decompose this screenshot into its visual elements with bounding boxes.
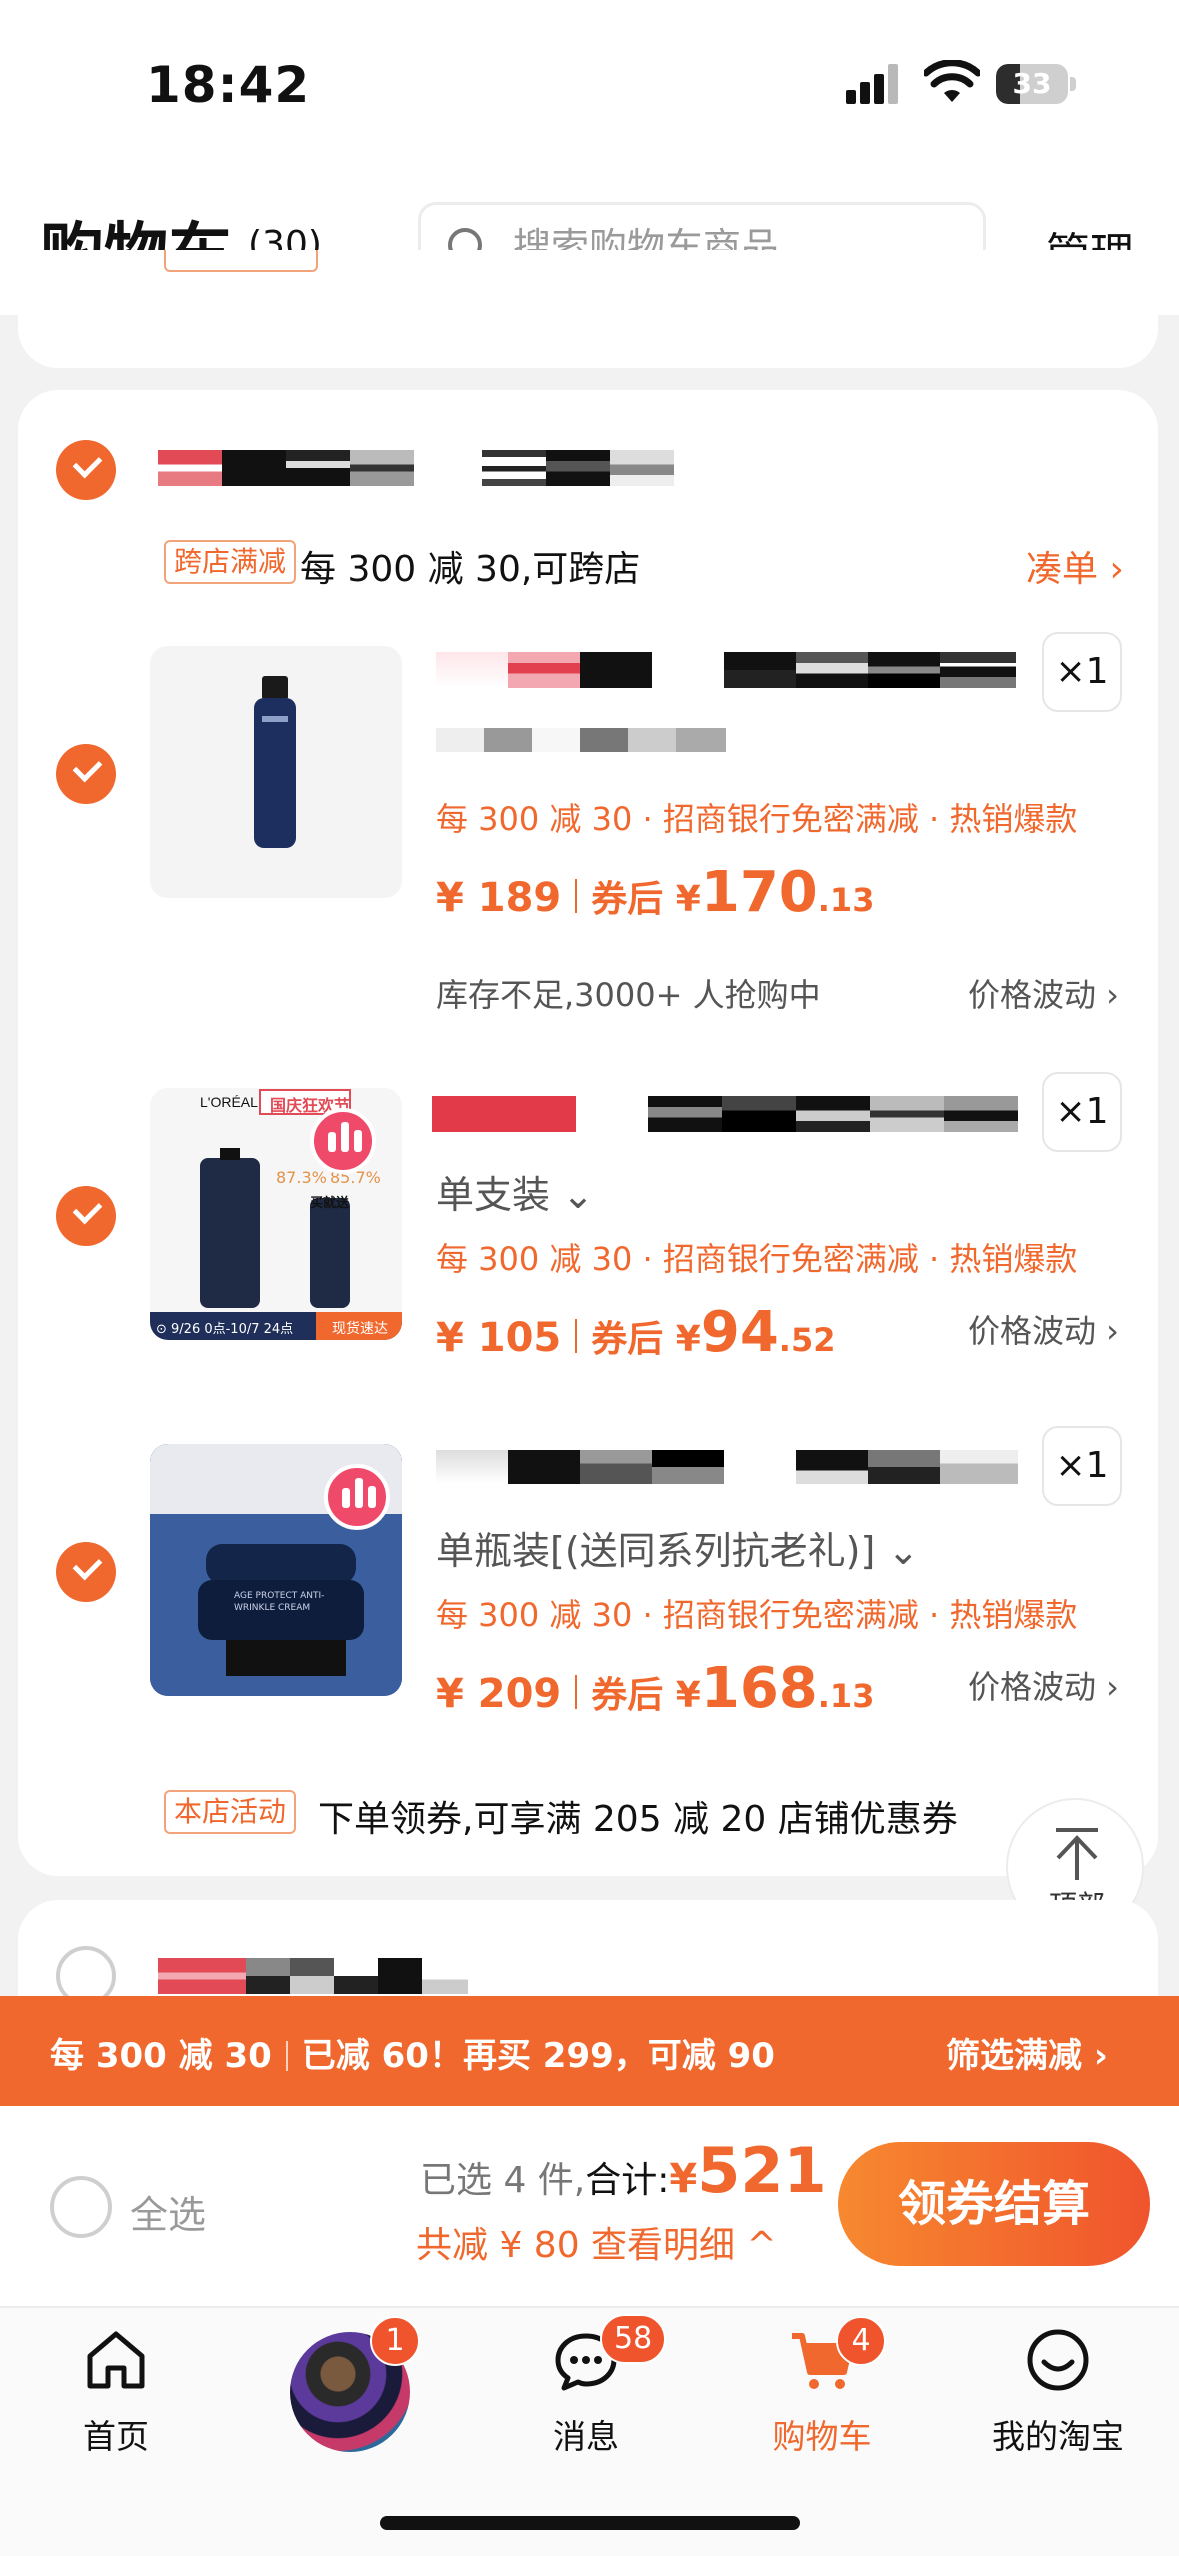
home-icon [87,2331,145,2389]
item-price: ¥ 105 券后 ¥94.52 [436,1300,836,1365]
thumb-buy-send: 买就送 [310,1196,350,1211]
product-title[interactable] [436,1450,1018,1484]
cross-store-promo-tag: 跨店满减 [164,540,297,584]
wifi-icon [924,60,980,102]
add-on-link[interactable]: 凑单 › [1026,540,1124,592]
product-title[interactable] [436,652,1016,688]
select-all-label[interactable]: 全选 [130,2184,206,2239]
item-promo-line: 每 300 减 30 · 招商银行免密满减 · 热销爆款 [436,800,1078,838]
cross-store-promo-text: 每 300 减 30,可跨店 [300,549,641,590]
tab-label: 我的淘宝 [992,2417,1124,2456]
store-name[interactable] [158,450,478,486]
store-checkbox[interactable] [56,440,116,500]
cart-count-badge: 4 [836,2316,886,2366]
filter-discount-link[interactable]: 筛选满减 › [946,2028,1108,2077]
thumb-express: 现货速达 [332,1321,388,1337]
variant-selector[interactable]: 单支装 ⌄ [436,1164,594,1219]
total-amount: 521 [697,2134,827,2207]
product-image[interactable] [150,646,402,898]
item-checkbox[interactable] [56,1542,116,1602]
item-promo-line: 每 300 减 30 · 招商银行免密满减 · 热销爆款 [436,1240,1078,1278]
item-checkbox[interactable] [56,1186,116,1246]
price-fluctuation-link[interactable]: 价格波动 › [968,1306,1119,1352]
arrow-up-icon [1056,1828,1098,1880]
thumb-product: AGE PROTECT ANTI-WRINKLE CREAM [234,1591,325,1613]
item-promo-line: 每 300 减 30 · 招商银行免密满减 · 热销爆款 [436,1596,1078,1634]
item-price: ¥ 189 券后 ¥170.13 [436,860,875,925]
tab-label: 购物车 [772,2417,872,2456]
hot-sale-badge-icon [324,1464,390,1530]
thumb-time: ⊙ 9/26 0点-10/7 24点 [156,1322,294,1337]
previous-store-card [18,250,1158,368]
home-indicator [380,2516,800,2530]
store-activity-text: 下单领券,可享满 205 减 20 店铺优惠券 [318,1799,958,1840]
stock-note: 库存不足,3000+ 人抢购中 [436,976,821,1014]
view-discount-details[interactable]: 共减 ¥ 80 查看明细 ^ [416,2216,777,2268]
status-bar: 18:42 33 [0,0,1179,160]
store-name[interactable] [158,1958,468,1994]
smiley-face-icon [1027,2329,1089,2391]
store-activity-tag: 本店活动 [164,1790,297,1834]
item-price: ¥ 209 券后 ¥168.13 [436,1656,875,1721]
promo-rule: 每 300 减 30 [50,2036,272,2076]
tab-label: 首页 [83,2417,149,2456]
tab-home[interactable]: 首页 [26,2308,206,2498]
promo-progress: 已减 60！再买 299，可减 90 [301,2036,775,2076]
battery-level: 33 [1012,67,1052,100]
item-checkbox[interactable] [56,744,116,804]
discount-progress-bar: 每 300 减 30 已减 60！再买 299，可减 90 筛选满减 › [0,1996,1179,2106]
select-all-checkbox[interactable] [50,2176,112,2238]
thumb-brand: L'ORÉAL [200,1094,258,1110]
battery-icon: 33 [996,64,1076,104]
product-title[interactable] [432,1096,1022,1132]
hot-sale-badge-icon [310,1108,376,1174]
thumb-pct-1: 87.3% [276,1168,327,1187]
status-time: 18:42 [146,56,311,114]
message-count-badge: 58 [600,2314,667,2364]
store-card: 跨店满减 每 300 减 30,可跨店 凑单 › ×1 每 300 减 30 ·… [18,390,1158,1876]
notification-badge: 1 [370,2316,420,2366]
tab-my-taobao[interactable]: 我的淘宝 [968,2308,1148,2498]
quantity-button[interactable]: ×1 [1042,1072,1122,1152]
toner-bottle-image [254,676,296,848]
price-fluctuation-link[interactable]: 价格波动 › [968,1662,1119,1708]
tab-label: 消息 [553,2417,619,2456]
quantity-button[interactable]: ×1 [1042,1426,1122,1506]
cellular-signal-icon [846,64,902,104]
total-summary: 已选 4 件,合计:¥521 [420,2134,827,2207]
checkout-bar: 全选 已选 4 件,合计:¥521 共减 ¥ 80 查看明细 ^ 领券结算 [0,2106,1179,2306]
checkout-button[interactable]: 领券结算 [838,2142,1150,2266]
price-fluctuation-link[interactable]: 价格波动 › [968,970,1119,1016]
variant-selector[interactable]: 单瓶装[(送同系列抗老礼)] ⌄ [436,1520,919,1575]
quantity-button[interactable]: ×1 [1042,632,1122,712]
